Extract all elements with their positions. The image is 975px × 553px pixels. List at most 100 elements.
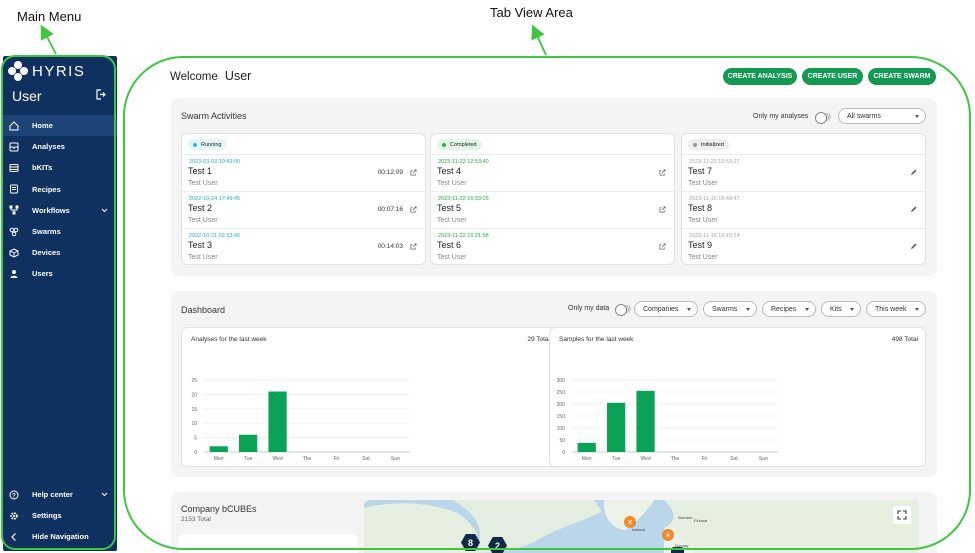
swarm-user: Test User [437,217,467,224]
company-bcubes-total: 2153 Total [181,516,211,523]
swarm-date: 2023-11-23 12:53:40 [438,159,489,165]
sidebar-bottom-item-hide-navigation[interactable]: Hide Navigation [3,526,117,547]
x-tick-label: Thu [671,456,680,462]
swarm-icon [9,227,19,236]
bar-mon[interactable] [577,442,596,452]
logout-icon[interactable] [96,89,106,100]
chevron-down-icon [101,492,108,497]
swarm-user: Test User [188,217,218,224]
swarm-date: 2023-11-16 16:15:24 [689,233,740,239]
x-tick-label: Thu [303,456,312,462]
sidebar-item-home[interactable]: Home [3,115,117,137]
map-fullscreen-button[interactable] [893,506,911,524]
sidebar-nav: Home Analyses bKITs Recipes Workflows Swarms D… [3,115,117,285]
chevron-down-icon [915,308,919,311]
analyses-icon [9,142,19,152]
sidebar-item-recipes[interactable]: Recipes [3,179,117,200]
pencil-icon[interactable] [910,169,917,176]
bar-tue[interactable] [607,402,626,452]
main-menu-annotation: Main Menu [17,9,82,24]
x-tick-label: Fri [702,456,708,462]
pencil-icon[interactable] [910,243,917,250]
x-tick-label: Mon [214,456,224,462]
chevron-down-icon [687,308,691,311]
swarm-name: Test 4 [437,166,462,176]
swarm-user: Test User [188,180,218,187]
welcome-user: User [224,69,252,83]
gear-icon [10,512,18,520]
swarm-row[interactable]: 2023-03-03 10:43:00 Test 1 Test User 00:12:… [182,154,425,191]
filter-companies-select[interactable]: Companies [634,301,698,317]
swarm-name: Test 2 [188,203,213,213]
bar-wed[interactable] [636,390,655,452]
swarm-row[interactable]: 2023-11-23 10:53:27 Test 7 Test User [682,154,925,191]
only-my-analyses-label: Only my analyses [753,113,809,120]
fullscreen-icon [897,510,907,520]
external-link-icon[interactable] [410,243,417,250]
x-tick-label: Sun [759,456,768,462]
swarm-column-completed: Completed 2023-11-23 12:53:40 Test 4 Test U… [430,133,675,265]
sidebar-item-analyses[interactable]: Analyses [3,136,117,157]
external-link-icon[interactable] [659,169,666,176]
swarm-row[interactable]: 2023-11-16 16:49:47 Test 8 Test User [682,191,925,228]
external-link-icon[interactable] [659,206,666,213]
filter-kits-select[interactable]: Kits [821,301,861,317]
swarm-row[interactable]: 2023-11-23 12:53:40 Test 4 Test User [431,154,674,191]
swarm-filter-select[interactable]: All swarms [838,108,926,124]
swarm-date: 2022-10-24 17:49:45 [189,196,241,202]
map-label-iceland: Iceland [632,527,645,532]
filter-this-week-select[interactable]: This week [866,301,926,317]
swarm-column-initialized: Initialized 2023-11-23 10:53:27 Test 7 Test… [681,133,926,265]
filter-recipes-select[interactable]: Recipes [762,301,816,317]
external-link-icon[interactable] [659,243,666,250]
sidebar-item-bkits[interactable]: bKITs [3,157,117,178]
sidebar-bottom-item-settings[interactable]: Settings [3,505,117,526]
chevron-down-icon [101,208,108,213]
samples-bar-chart: 0 50 100 150 200 250 300 Mon Tue Wed Thu Fri Sat Sun [557,378,778,462]
create-user-button[interactable]: CREATE USER [802,68,863,85]
swarm-row[interactable]: 2023-11-16 16:15:24 Test 9 Test User [682,228,925,265]
external-link-icon[interactable] [410,206,417,213]
swarm-row[interactable]: 2023-11-22 16:21:58 Test 6 Test User [431,228,674,265]
only-my-analyses-toggle[interactable] [815,112,831,124]
create-analysis-button[interactable]: CREATE ANALYSIS [723,68,797,85]
sidebar-item-label: Workflows [32,205,70,215]
sidebar-item-users[interactable]: Users [3,263,117,284]
map-marker-icon[interactable]: × [624,516,636,528]
bar-mon[interactable] [209,446,228,452]
x-tick-label: Mon [582,456,592,462]
y-tick-label: 300 [557,378,566,384]
hyris-logo[interactable]: HYRIS [8,61,85,81]
only-my-data-toggle[interactable] [615,304,631,316]
swarm-row[interactable]: 2022-10-21 02:33:45 Test 3 Test User 00:14:… [182,228,425,265]
bar-tue[interactable] [239,434,258,452]
chevron-left-icon [11,533,16,541]
company-bcubes-title: Company bCUBEs [181,504,257,514]
filter-swarms-select[interactable]: Swarms [703,301,757,317]
chevron-down-icon [746,308,750,311]
swarm-elapsed-time: 00:12:09 [377,169,403,176]
y-tick-label: 250 [557,390,566,396]
filter-label: This week [875,305,907,313]
swarm-row[interactable]: 2022-10-24 17:49:45 Test 2 Test User 00:07:… [182,191,425,228]
x-tick-label: Sat [362,456,370,462]
sidebar-bottom-item-help-center[interactable]: ? Help center [3,484,117,505]
kit-icon [9,163,19,172]
welcome-text: Welcome [170,71,218,83]
swarm-row[interactable]: 2023-11-22 16:33:05 Test 5 Test User [431,191,674,228]
chevron-down-icon [850,308,854,311]
sidebar-bottom-nav: ? Help center Settings Hide Navigation [3,484,117,548]
sidebar-item-swarms[interactable]: Swarms [3,221,117,242]
y-tick-label: 50 [559,438,565,444]
sidebar-item-workflows[interactable]: Workflows [3,200,117,221]
create-swarm-button[interactable]: CREATE SWARM [868,68,936,85]
sidebar-item-devices[interactable]: Devices [3,242,117,263]
swarm-name: Test 6 [437,240,462,250]
external-link-icon[interactable] [410,169,417,176]
filter-label: Kits [830,305,842,313]
map-marker-icon[interactable]: × [662,529,674,541]
bar-wed[interactable] [268,391,287,452]
bcube-map[interactable]: Iceland Sweden Finland Norway × × 8 2 [364,500,919,553]
swarm-filter-value: All swarms [847,112,881,120]
pencil-icon[interactable] [910,206,917,213]
